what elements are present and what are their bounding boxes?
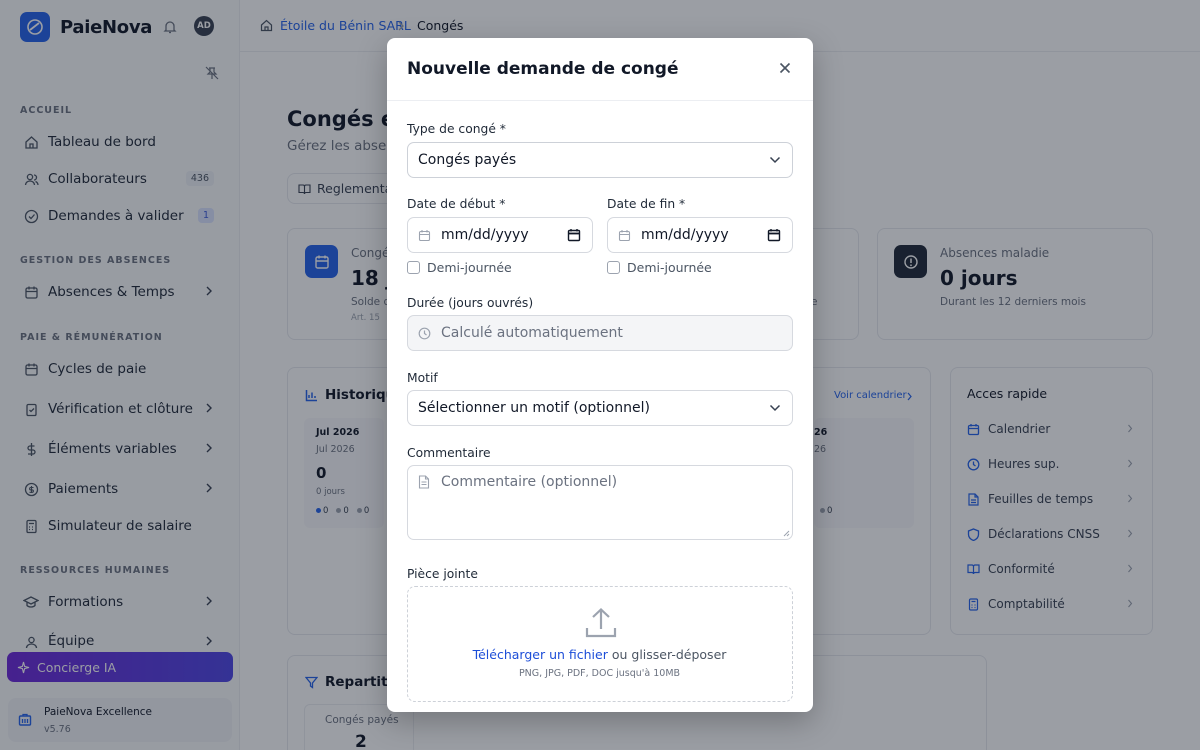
chevron-down-icon [769,156,781,164]
calendar-picker-icon[interactable] [767,228,781,242]
motif-label: Motif [407,371,438,385]
leave-request-modal: Nouvelle demande de congé Type de congé … [387,38,813,712]
type-label: Type de congé * [407,122,506,136]
checkbox-label: Demi-journée [627,260,712,275]
checkbox-label: Demi-journée [427,260,512,275]
comment-label: Commentaire [407,446,491,460]
end-date-label: Date de fin * [607,197,686,211]
calendar-icon [618,229,631,242]
comment-textarea[interactable]: Commentaire (optionnel) [407,465,793,540]
file-dropzone[interactable]: Télécharger un fichier ou glisser-dépose… [407,586,793,702]
motif-select[interactable]: Sélectionner un motif (optionnel) [407,390,793,426]
modal-title: Nouvelle demande de congé [407,59,679,79]
leave-type-select[interactable]: Congés payés [407,142,793,178]
close-icon[interactable] [779,62,791,74]
resize-handle-icon[interactable] [783,530,790,537]
checkbox-box[interactable] [607,261,620,274]
divider [387,100,813,101]
calendar-icon [418,229,431,242]
start-date-input[interactable]: mm/dd/yyyy [407,217,593,253]
half-day-end-checkbox[interactable]: Demi-journée [607,260,712,275]
select-value: Congés payés [418,152,517,168]
document-icon [418,475,430,489]
comment-placeholder: Commentaire (optionnel) [441,474,618,490]
date-placeholder: mm/dd/yyyy [441,227,529,243]
checkbox-box[interactable] [407,261,420,274]
upload-file-link[interactable]: Télécharger un fichier [473,647,608,662]
start-date-label: Date de début * [407,197,506,211]
select-value: Sélectionner un motif (optionnel) [418,400,650,416]
date-placeholder: mm/dd/yyyy [641,227,729,243]
clock-icon [418,327,431,340]
duration-value: Calculé automatiquement [441,325,623,341]
drag-drop-text: ou glisser-déposer [611,647,727,662]
upload-hint: PNG, JPG, PDF, DOC jusqu'à 10MB [518,668,681,679]
chevron-down-icon [769,404,781,412]
duration-field: Calculé automatiquement [407,315,793,351]
end-date-input[interactable]: mm/dd/yyyy [607,217,793,253]
duration-label: Durée (jours ouvrés) [407,296,534,310]
half-day-start-checkbox[interactable]: Demi-journée [407,260,512,275]
attachment-label: Pièce jointe [407,567,478,581]
upload-icon [584,606,618,640]
calendar-picker-icon[interactable] [567,228,581,242]
upload-text-row: Télécharger un fichier ou glisser-dépose… [408,647,791,662]
